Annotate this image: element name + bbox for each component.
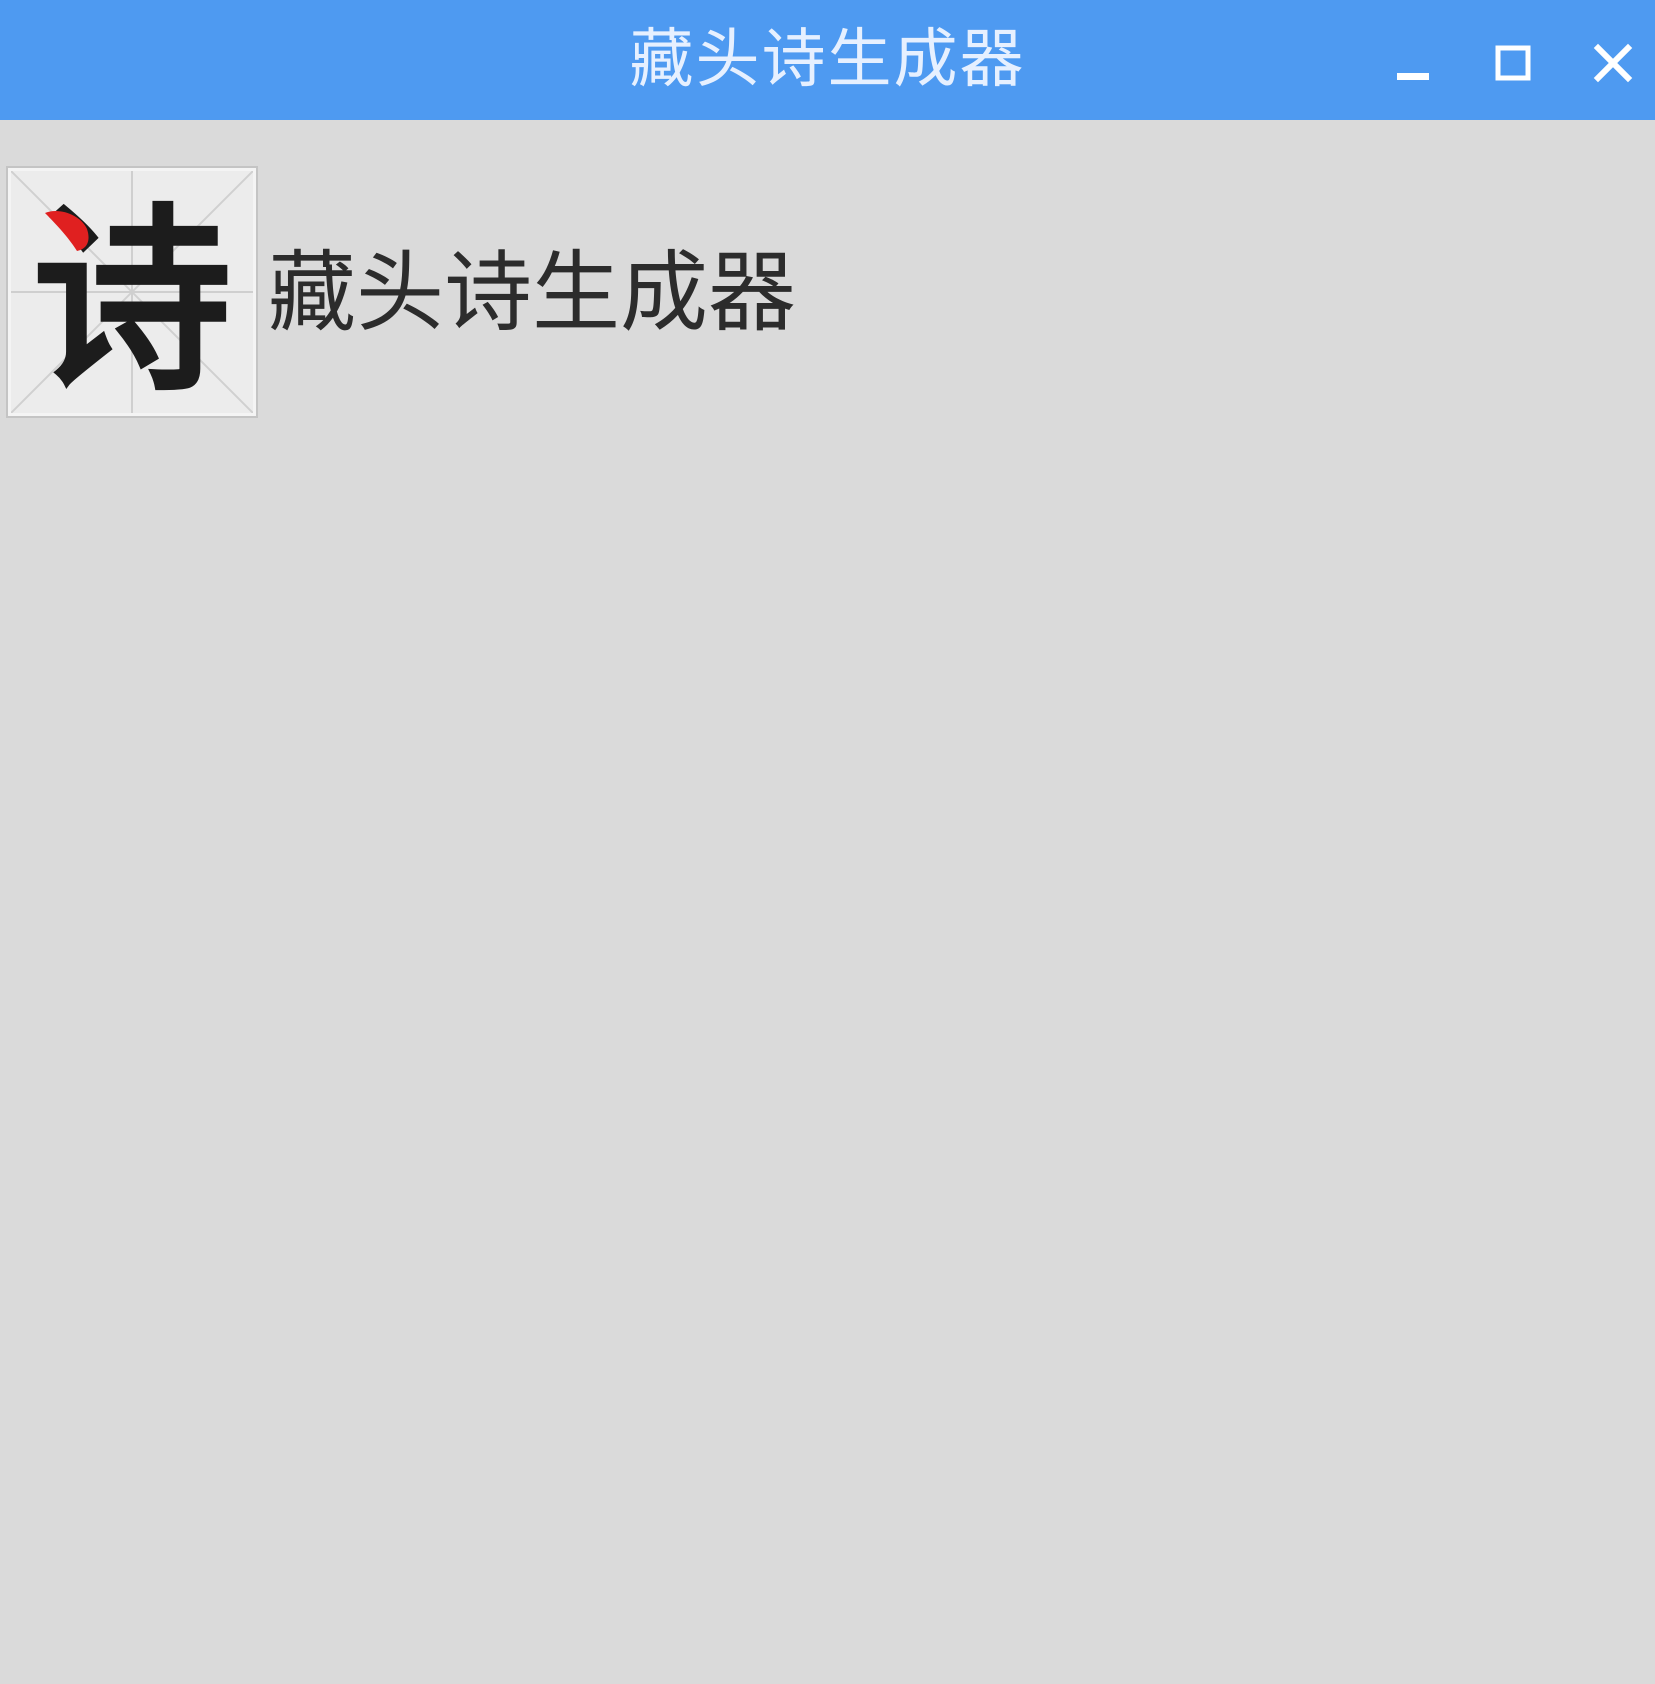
poem-logo-icon: 诗 — [11, 171, 253, 413]
maximize-icon — [1495, 45, 1531, 81]
main-content: 诗 藏头诗生成器 — [0, 120, 1655, 1684]
app-window: 藏头诗生成器 诗 藏头诗生成器 — [0, 0, 1655, 1684]
app-logo: 诗 — [6, 166, 258, 418]
close-icon — [1593, 43, 1633, 83]
title-bar[interactable]: 藏头诗生成器 — [0, 0, 1655, 120]
minimize-button[interactable] — [1378, 28, 1448, 98]
app-label: 藏头诗生成器 — [268, 241, 797, 344]
close-button[interactable] — [1578, 28, 1648, 98]
maximize-button[interactable] — [1478, 28, 1548, 98]
minimize-icon — [1397, 73, 1429, 80]
